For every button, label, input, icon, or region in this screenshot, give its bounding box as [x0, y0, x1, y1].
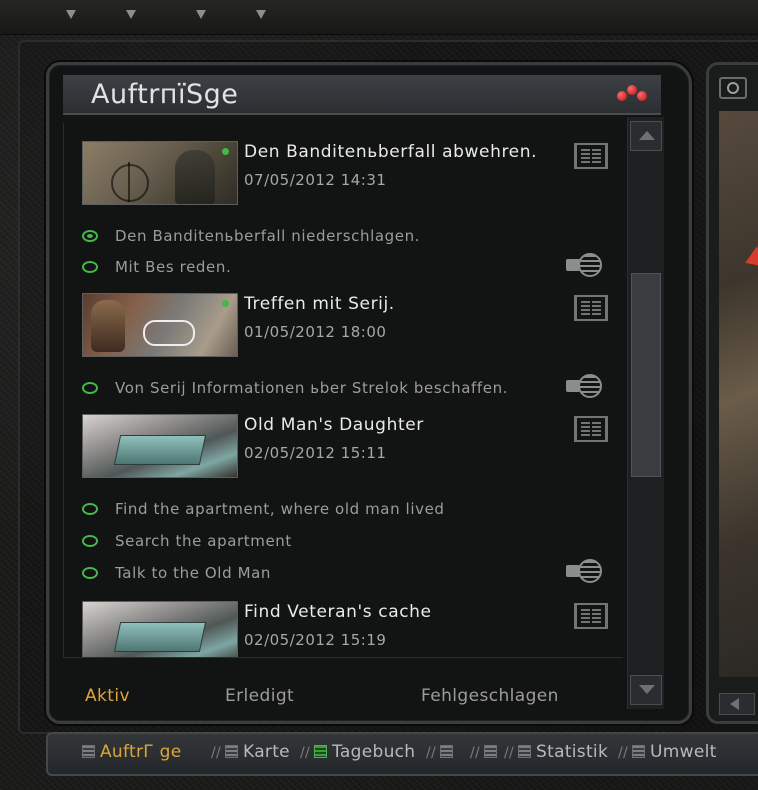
- quests-panel: AuftrпїSge Den Banditenьberfall abwehren…: [46, 62, 692, 724]
- map-locate-icon[interactable]: [566, 557, 606, 585]
- bottom-nav-bar: AuftrГ ge // Karte // Tagebuch // // // Statisti…: [46, 732, 758, 776]
- bottom-nav-item[interactable]: // Tagebuch: [296, 742, 415, 762]
- map-view[interactable]: [719, 111, 758, 677]
- task-radio-icon[interactable]: [82, 261, 98, 273]
- journal-icon[interactable]: [574, 416, 608, 442]
- tab-erledigt[interactable]: Erledigt: [225, 686, 294, 706]
- task-row[interactable]: Von Serij Informationen ьber Strelok bes…: [82, 374, 622, 401]
- bottom-nav-item[interactable]: AuftrГ ge: [82, 742, 181, 762]
- quest-date: 07/05/2012 14:31: [244, 171, 387, 189]
- quest-title[interactable]: Treffen mit Serij.: [244, 294, 395, 314]
- task-row[interactable]: Find the apartment, where old man lived: [82, 500, 622, 522]
- player-marker-icon: [745, 246, 758, 276]
- task-row[interactable]: Mit Bes reden.: [82, 253, 622, 280]
- bottom-nav-item[interactable]: // Statistik: [500, 742, 608, 762]
- down-arrow-icon: [196, 10, 206, 19]
- down-arrow-icon: [126, 10, 136, 19]
- quest-thumbnail: [82, 414, 238, 478]
- scrollbar[interactable]: [627, 117, 664, 709]
- separator: //: [618, 745, 629, 761]
- separator: //: [300, 745, 311, 761]
- panel-title: AuftrпїSge: [91, 79, 239, 110]
- tab-aktiv[interactable]: Aktiv: [85, 686, 130, 706]
- separator: //: [470, 745, 481, 761]
- top-strip: [0, 0, 758, 35]
- separator: //: [211, 745, 222, 761]
- quest-title[interactable]: Find Veteran's cache: [244, 602, 432, 622]
- pda-icon: [518, 745, 532, 758]
- bottom-nav-label: Statistik: [536, 742, 609, 762]
- map-left-button[interactable]: [719, 693, 755, 715]
- task-label: Search the apartment: [115, 532, 292, 550]
- quest-title[interactable]: Den Banditenьberfall abwehren.: [244, 142, 537, 162]
- bottom-nav-item[interactable]: // Karte: [207, 742, 290, 762]
- quest-date: 02/05/2012 15:19: [244, 631, 387, 649]
- scroll-up-button[interactable]: [630, 121, 662, 151]
- map-center-button[interactable]: [719, 77, 747, 99]
- map-locate-icon[interactable]: [566, 251, 606, 279]
- quest-date: 02/05/2012 15:11: [244, 444, 387, 462]
- pda-icon: [225, 745, 239, 758]
- task-radio-icon[interactable]: [82, 535, 98, 547]
- map-locate-icon[interactable]: [566, 372, 606, 400]
- pda-icon: [632, 745, 646, 758]
- tab-bar: Aktiv Erledigt Fehlgeschlagen: [63, 657, 623, 708]
- bottom-nav-label: Karte: [243, 742, 290, 762]
- bottom-nav-item[interactable]: //: [422, 742, 458, 762]
- task-label: Talk to the Old Man: [115, 564, 272, 582]
- task-label: Den Banditenьberfall niederschlagen.: [115, 227, 421, 245]
- task-radio-icon[interactable]: [82, 567, 98, 579]
- separator: //: [426, 745, 437, 761]
- task-label: Find the apartment, where old man lived: [115, 500, 445, 518]
- task-radio-icon[interactable]: [82, 230, 98, 242]
- scroll-down-button[interactable]: [630, 675, 662, 705]
- panel-header: AuftrпїSge: [63, 75, 661, 115]
- bottom-nav-label: Tagebuch: [332, 742, 416, 762]
- task-label: Mit Bes reden.: [115, 258, 232, 276]
- pda-icon: [82, 745, 95, 758]
- task-label: Von Serij Informationen ьber Strelok bes…: [115, 379, 509, 397]
- journal-icon[interactable]: [574, 295, 608, 321]
- bottom-nav-item[interactable]: // Umwelt: [614, 742, 717, 762]
- task-row[interactable]: Talk to the Old Man: [82, 559, 622, 586]
- map-panel: [706, 62, 758, 724]
- bottom-nav-label: Umwelt: [650, 742, 717, 762]
- pda-icon: [484, 745, 498, 758]
- quest-thumbnail: [82, 601, 238, 657]
- journal-icon[interactable]: [574, 143, 608, 169]
- tab-fehlgeschlagen[interactable]: Fehlgeschlagen: [421, 686, 559, 706]
- down-arrow-icon: [66, 10, 76, 19]
- task-radio-icon[interactable]: [82, 382, 98, 394]
- quest-list[interactable]: Den Banditenьberfall abwehren. 07/05/2012…: [63, 123, 624, 657]
- pda-icon: [314, 745, 328, 758]
- pda-icon: [440, 745, 454, 758]
- task-row[interactable]: Den Banditenьberfall niederschlagen.: [82, 227, 622, 249]
- quest-title[interactable]: Old Man's Daughter: [244, 415, 424, 435]
- quest-thumbnail: [82, 293, 238, 357]
- bottom-nav-label: AuftrГ ge: [100, 742, 182, 762]
- task-row[interactable]: Search the apartment: [82, 532, 622, 554]
- quest-thumbnail: [82, 141, 238, 205]
- down-arrow-icon: [256, 10, 266, 19]
- journal-icon[interactable]: [574, 603, 608, 629]
- bottom-nav-item[interactable]: //: [466, 742, 502, 762]
- red-dots-icon: [615, 85, 649, 103]
- quest-date: 01/05/2012 18:00: [244, 323, 387, 341]
- task-radio-icon[interactable]: [82, 503, 98, 515]
- separator: //: [504, 745, 515, 761]
- scroll-thumb[interactable]: [631, 273, 661, 477]
